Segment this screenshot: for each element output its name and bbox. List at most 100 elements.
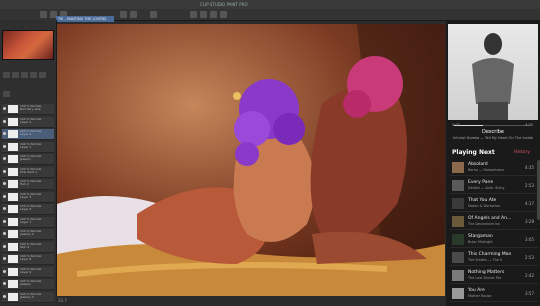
layer-row[interactable]: 100 % Normal Layer 4 [2, 129, 54, 140]
track-duration: 2:53 [525, 255, 534, 260]
track-artist: The Last Dinner Par [468, 276, 502, 280]
song-progress-bar[interactable] [454, 125, 530, 126]
window-title: CLIP STUDIO PAINT PRO [200, 2, 248, 7]
grid-icon[interactable] [220, 11, 227, 18]
layer-row[interactable]: 100 % Normal Pink Shirt 1 [2, 166, 54, 178]
track-row[interactable]: That You Ate Dozen & Dorbolino 4:17 [450, 196, 538, 212]
track-duration: 2:42 [525, 273, 534, 278]
canvas[interactable] [57, 24, 445, 296]
layer-row[interactable]: 100 % Normal Layer 3 [2, 191, 54, 203]
visibility-icon[interactable] [3, 157, 6, 160]
visibility-icon[interactable] [3, 119, 6, 123]
layer-row[interactable]: 100 % Normal Jewelry [2, 279, 54, 290]
track-title: That You Ate [468, 198, 497, 203]
rotate-icon[interactable] [30, 72, 37, 78]
transform-icon[interactable] [150, 11, 157, 18]
redo-icon[interactable] [130, 11, 137, 18]
track-artwork [452, 180, 464, 191]
visibility-icon[interactable] [3, 282, 6, 285]
track-title: This Charming Man [468, 252, 512, 257]
fit-icon[interactable] [21, 72, 28, 78]
visibility-icon[interactable] [3, 194, 6, 198]
visibility-icon[interactable] [3, 144, 6, 148]
undo-icon[interactable] [120, 11, 127, 18]
fill-icon[interactable] [210, 11, 217, 18]
track-title: Stargaman [468, 234, 493, 239]
layer-thumbnail [8, 105, 18, 113]
layer-name: Layer 3 [20, 194, 32, 199]
track-row[interactable]: Nothing Matters The Last Dinner Par 2:42 [450, 268, 538, 284]
layer-name: Jewelry [20, 282, 31, 287]
layer-row[interactable]: 100 % Normal Layer 2 [2, 116, 54, 128]
lasso-icon[interactable] [200, 11, 207, 18]
select-icon[interactable] [190, 11, 197, 18]
track-row[interactable]: Every Pane Delilah — Adm. Shiny 2:53 [450, 178, 538, 194]
visibility-icon[interactable] [3, 294, 6, 298]
flip-icon[interactable] [39, 72, 46, 78]
layer-label: 100 % Normal Skin 2 [20, 242, 54, 250]
layer-name: Jewelry [20, 157, 31, 162]
visibility-icon[interactable] [3, 244, 6, 248]
layer-row[interactable]: 100 % Normal Layer 6 [2, 204, 54, 215]
zoom-out-icon[interactable] [12, 72, 19, 78]
layer-name: Layer 1 [20, 144, 32, 149]
track-row[interactable]: You Are Mother Rouse 3:57 [450, 286, 538, 302]
layer-row[interactable]: 100 % Normal Jewelry [2, 154, 54, 165]
layer-name: Jewelry 3 [20, 294, 34, 299]
track-title: Of Angels and An... [468, 216, 512, 221]
layer-name: Layer 2 [20, 119, 32, 124]
track-artist: Barho — Romantasm [468, 168, 504, 172]
layer-row[interactable]: 100 % Normal Hair 2 [2, 179, 54, 190]
visibility-icon[interactable] [3, 269, 6, 273]
layer-thumbnail [8, 130, 18, 138]
layer-row[interactable]: 100 % Normal Jewelry 2 [2, 229, 54, 240]
track-row[interactable]: This Charming Man The Smiths — The S 2:53 [450, 250, 538, 266]
layer-row[interactable]: 100 % Normal Layer 1 [2, 141, 54, 153]
zoom-in-icon[interactable] [3, 72, 10, 78]
layer-name: Layer 4 [20, 132, 32, 137]
zoom-value[interactable]: 33.7 [58, 298, 67, 303]
track-artist: The Decorative Ins [468, 222, 500, 226]
track-artwork [452, 198, 464, 209]
visibility-icon[interactable] [3, 169, 6, 173]
layer-row[interactable]: 100 % Normal Layer 9 [2, 266, 54, 278]
layer-thumbnail [8, 117, 18, 126]
track-artist: Dozen & Dorbolino [468, 204, 500, 208]
visibility-icon[interactable] [3, 107, 6, 110]
layer-name: Layer 7 [20, 219, 32, 224]
history-link[interactable]: History [514, 150, 530, 155]
new-icon[interactable] [40, 11, 47, 18]
reset-icon[interactable] [3, 91, 10, 97]
layer-row[interactable]: 100 % Normal Jewelry 3 [2, 291, 54, 303]
layer-label: 100 % Normal Hair 2 [20, 179, 54, 187]
visibility-icon[interactable] [3, 207, 6, 210]
visibility-icon[interactable] [3, 132, 6, 135]
layer-row[interactable]: 100 % Normal Layer 7 [2, 216, 54, 228]
layer-row[interactable]: 100 % Normal Red fairy ellie [2, 104, 54, 115]
layer-label: 100 % Normal Layer 2 [20, 117, 54, 125]
track-row[interactable]: Absolard Barho — Romantasm 4:35 [450, 160, 538, 176]
layer-row[interactable]: 100 % Normal Skin 2 [2, 241, 54, 253]
track-row[interactable]: Of Angels and An... The Decorative Ins 3:2… [450, 214, 538, 230]
layer-name: Jewelry 2 [20, 232, 34, 237]
layer-row[interactable]: 100 % Normal Layer 8 [2, 254, 54, 265]
layer-label: 100 % Normal Layer 4 [20, 129, 54, 137]
layer-thumbnail [8, 205, 18, 213]
visibility-icon[interactable] [3, 257, 6, 260]
navigator-thumbnail[interactable] [2, 30, 54, 60]
layer-label: 100 % Normal Layer 1 [20, 142, 54, 150]
canvas-tab[interactable]: TIE - PAINTING THE LOVERS [56, 16, 114, 22]
visibility-icon[interactable] [3, 219, 6, 223]
visibility-icon[interactable] [3, 232, 6, 235]
layer-thumbnail [8, 242, 18, 251]
layer-thumbnail [8, 255, 18, 263]
visibility-icon[interactable] [3, 182, 6, 185]
playing-next-heading: Playing Next [452, 149, 495, 156]
album-cover [448, 24, 538, 120]
track-title: Absolard [468, 162, 488, 167]
status-bar: 33.7 [56, 296, 448, 306]
track-row[interactable]: Stargaman Bular Midnight 3:05 [450, 232, 538, 248]
track-title: You Are [468, 288, 485, 293]
track-duration: 3:05 [525, 237, 534, 242]
layer-name: Layer 8 [20, 257, 32, 262]
